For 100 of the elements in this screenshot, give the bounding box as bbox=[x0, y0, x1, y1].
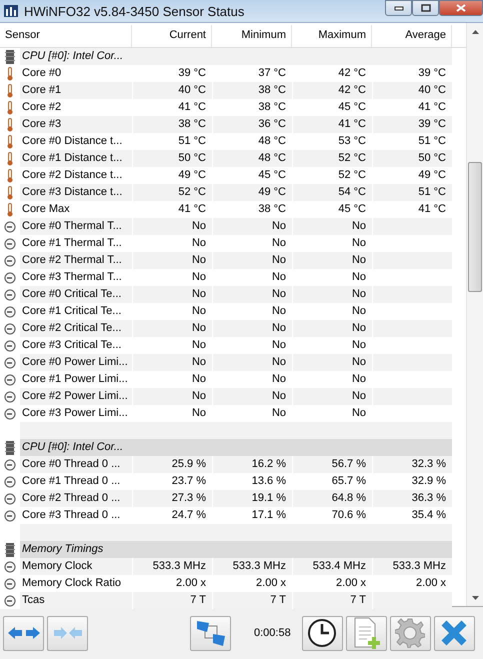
table-cell: No bbox=[292, 286, 372, 303]
sensor-label[interactable]: Core #1 Power Limi... bbox=[20, 371, 132, 388]
table-row[interactable]: Core #2 Thread 0 ... 27.3 % 19.1 % 64.8 % 36.3 % bbox=[20, 490, 452, 507]
close-button[interactable] bbox=[439, 0, 483, 16]
group-label: CPU [#0]: Intel Cor... bbox=[21, 440, 124, 455]
table-row[interactable]: Core #0 Critical Te... No No No bbox=[20, 286, 452, 303]
gauge-icon bbox=[4, 254, 16, 266]
monitors-icon bbox=[194, 618, 226, 648]
table-cell: 40 °C bbox=[372, 82, 452, 99]
table-cell: 19.1 % bbox=[212, 490, 292, 507]
chip-icon bbox=[5, 440, 15, 454]
thermometer-icon bbox=[7, 100, 13, 114]
scrollbar[interactable] bbox=[466, 23, 483, 606]
maximize-icon bbox=[420, 4, 430, 12]
sensor-label[interactable]: Core #0 bbox=[20, 65, 132, 82]
sensor-label[interactable]: Core #0 Thermal T... bbox=[20, 218, 132, 235]
table-row[interactable]: Core #3 Distance t... 52 °C 49 °C 54 °C 51 °C bbox=[20, 184, 452, 201]
sensor-label[interactable]: Core #3 bbox=[20, 116, 132, 133]
table-cell: 40 °C bbox=[132, 82, 212, 99]
expand-arrows-icon bbox=[6, 625, 40, 641]
sensor-label[interactable]: Memory Clock Ratio bbox=[20, 575, 132, 592]
table-row[interactable]: Core #2 Thermal T... No No No bbox=[20, 252, 452, 269]
scrollbar-thumb[interactable] bbox=[468, 162, 482, 292]
minimize-button[interactable] bbox=[385, 0, 412, 16]
close-icon bbox=[441, 620, 468, 646]
table-row[interactable]: Core #0 Power Limi... No No No bbox=[20, 354, 452, 371]
table-cell: No bbox=[292, 354, 372, 371]
column-header[interactable]: Sensor bbox=[0, 25, 132, 47]
sensor-label[interactable]: Core #0 Critical Te... bbox=[20, 286, 132, 303]
table-cell: 32.3 % bbox=[372, 456, 452, 473]
sensor-label[interactable]: Core #2 bbox=[20, 99, 132, 116]
up-arrow-icon[interactable] bbox=[472, 30, 478, 34]
table-row[interactable]: Tcas 7 T 7 T 7 T bbox=[20, 592, 452, 609]
table-cell: No bbox=[292, 252, 372, 269]
gauge-icon bbox=[4, 306, 16, 318]
sensor-label[interactable]: Core #3 Thermal T... bbox=[20, 269, 132, 286]
maximize-button[interactable] bbox=[412, 0, 439, 16]
sensor-label[interactable]: Core #1 Thermal T... bbox=[20, 235, 132, 252]
gauge-icon bbox=[4, 272, 16, 284]
window-title: HWiNFO32 v5.84-3450 Sensor Status bbox=[24, 4, 246, 18]
close-button[interactable] bbox=[434, 616, 475, 650]
sensor-label[interactable]: Core #1 Thread 0 ... bbox=[20, 473, 132, 490]
gauge-icon bbox=[4, 476, 16, 488]
gauge-icon bbox=[4, 340, 16, 352]
column-header[interactable]: Minimum bbox=[212, 25, 292, 47]
sensor-label[interactable]: Core #1 Critical Te... bbox=[20, 303, 132, 320]
table-cell: No bbox=[132, 218, 212, 235]
table-cell: 7 T bbox=[292, 592, 372, 609]
sensor-label[interactable]: Core #2 Distance t... bbox=[20, 167, 132, 184]
column-header[interactable]: Average bbox=[372, 25, 452, 47]
table-row[interactable]: Core #1 40 °C 38 °C 42 °C 40 °C bbox=[20, 82, 452, 99]
table-cell: 52 °C bbox=[292, 150, 372, 167]
sensor-label[interactable]: Core Max bbox=[20, 201, 132, 218]
group-label: Memory Timings bbox=[21, 542, 104, 557]
sensor-label[interactable]: Core #3 Distance t... bbox=[20, 184, 132, 201]
table-row[interactable]: Memory Clock 533.3 MHz 533.3 MHz 533.4 MHz 533.3 MHz bbox=[20, 558, 452, 575]
sensor-label[interactable]: Core #2 Thermal T... bbox=[20, 252, 132, 269]
table-cell: 50 °C bbox=[132, 150, 212, 167]
sensor-label[interactable]: Core #1 Distance t... bbox=[20, 150, 132, 167]
table-cell: 7 T bbox=[212, 592, 292, 609]
table-row[interactable]: Core #2 Critical Te... No No No bbox=[20, 320, 452, 337]
sensor-label[interactable]: Core #2 Critical Te... bbox=[20, 320, 132, 337]
settings-button[interactable] bbox=[390, 616, 431, 650]
table-cell: 52 °C bbox=[132, 184, 212, 201]
table-cell: No bbox=[132, 354, 212, 371]
table-row[interactable]: Core #2 Power Limi... No No No bbox=[20, 388, 452, 405]
minimize-icon bbox=[394, 5, 404, 11]
table-cell: No bbox=[212, 320, 292, 337]
table-cell: 533.4 MHz bbox=[292, 558, 372, 575]
table-cell: No bbox=[212, 218, 292, 235]
thermometer-icon bbox=[7, 134, 13, 148]
table-cell: No bbox=[212, 286, 292, 303]
table-row[interactable]: Core #3 38 °C 36 °C 41 °C 39 °C bbox=[20, 116, 452, 133]
sensor-label[interactable]: Core #0 Power Limi... bbox=[20, 354, 132, 371]
collapse-button[interactable] bbox=[47, 616, 88, 650]
sensor-label[interactable]: Core #2 Power Limi... bbox=[20, 388, 132, 405]
network-button[interactable] bbox=[190, 616, 231, 650]
column-header[interactable]: Current bbox=[132, 25, 212, 47]
sensor-label[interactable]: Core #2 Thread 0 ... bbox=[20, 490, 132, 507]
sensor-label[interactable]: Core #3 Power Limi... bbox=[20, 405, 132, 422]
expand-button[interactable] bbox=[3, 616, 44, 650]
sensor-label[interactable]: Tcas bbox=[20, 592, 132, 609]
down-arrow-icon[interactable] bbox=[472, 596, 478, 600]
thermometer-icon bbox=[7, 168, 13, 182]
table-row[interactable]: Core #1 Distance t... 50 °C 48 °C 52 °C 50 °C bbox=[20, 150, 452, 167]
sensor-label[interactable]: Memory Clock bbox=[20, 558, 132, 575]
gauge-icon bbox=[4, 510, 16, 522]
table-cell: 16.2 % bbox=[212, 456, 292, 473]
table-row[interactable]: Core #0 Thread 0 ... 25.9 % 16.2 % 56.7 % 32.3 % bbox=[20, 456, 452, 473]
table-cell: 41 °C bbox=[292, 116, 372, 133]
elapsed-time: 0:00:58 bbox=[254, 627, 291, 639]
table-row[interactable]: Core #0 Thermal T... No No No bbox=[20, 218, 452, 235]
column-header[interactable]: Maximum bbox=[292, 25, 372, 47]
sensor-label[interactable]: Core #3 Critical Te... bbox=[20, 337, 132, 354]
sensor-label[interactable]: Core #3 Thread 0 ... bbox=[20, 507, 132, 524]
sensor-label[interactable]: Core #0 Thread 0 ... bbox=[20, 456, 132, 473]
reset-button[interactable] bbox=[302, 616, 343, 650]
sensor-label[interactable]: Core #1 bbox=[20, 82, 132, 99]
thermometer-icon bbox=[7, 186, 13, 200]
sensor-label[interactable]: Core #0 Distance t... bbox=[20, 133, 132, 150]
